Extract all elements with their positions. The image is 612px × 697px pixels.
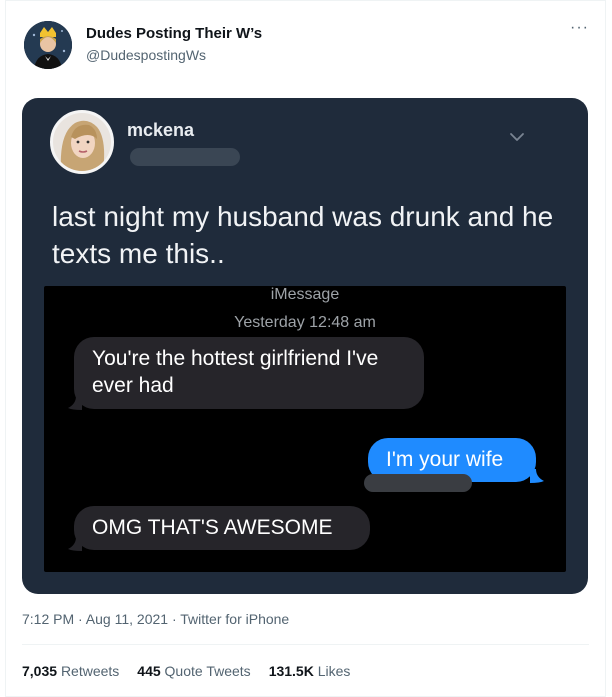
imessage-timestamp: Yesterday 12:48 am [234, 314, 376, 331]
poster-avatar [50, 110, 114, 174]
tweet-stats: 7,035 Retweets 445 Quote Tweets 131.5K L… [22, 663, 350, 679]
tweet-media-image[interactable]: mckena last night my husband was drunk a… [22, 98, 588, 594]
chevron-down-icon [510, 133, 524, 141]
meta-separator: · [168, 611, 181, 627]
poster-name: mckena [127, 120, 195, 140]
imessage-service-label: iMessage [270, 286, 340, 303]
tweet-client[interactable]: Twitter for iPhone [180, 611, 289, 627]
message-bubble-incoming: OMG THAT'S AWESOME [74, 506, 370, 550]
likes-count: 131.5K [268, 663, 314, 679]
bubble-tail-incoming [68, 396, 82, 410]
quote-tweets-label: Quote Tweets [164, 663, 251, 679]
tweet-meta: 7:12 PM · Aug 11, 2021 · Twitter for iPh… [22, 611, 289, 627]
imessage-screenshot: iMessage Yesterday 12:48 am You're the h… [44, 286, 566, 572]
message-bubble-incoming: You're the hottest girlfriend I've ever … [74, 337, 424, 409]
more-options-icon[interactable]: ··· [570, 20, 589, 36]
tweet-timestamp[interactable]: 7:12 PM · Aug 11, 2021 [22, 611, 168, 627]
redacted-read-receipt [364, 474, 472, 492]
tweet-card[interactable]: Dudes Posting Their W’s @DudespostingWs … [5, 0, 606, 697]
likes-stat[interactable]: 131.5K Likes [269, 663, 351, 679]
post-caption: last night my husband was drunk and he t… [52, 201, 554, 269]
retweets-stat[interactable]: 7,035 Retweets [22, 663, 119, 679]
divider [22, 644, 589, 645]
author-display-name[interactable]: Dudes Posting Their W’s [86, 25, 262, 42]
author-handle[interactable]: @DudespostingWs [86, 47, 206, 63]
quote-tweets-stat[interactable]: 445 Quote Tweets [137, 663, 250, 679]
retweets-label: Retweets [60, 663, 120, 679]
bubble-tail-incoming [68, 537, 82, 551]
redacted-username [130, 148, 240, 166]
retweets-count: 7,035 [22, 663, 58, 679]
poster-avatar-image [53, 113, 111, 171]
author-avatar-image [24, 21, 72, 69]
author-avatar[interactable] [24, 21, 72, 69]
likes-label: Likes [317, 663, 351, 679]
quote-tweets-count: 445 [137, 663, 161, 679]
bubble-tail-outgoing [530, 469, 544, 483]
